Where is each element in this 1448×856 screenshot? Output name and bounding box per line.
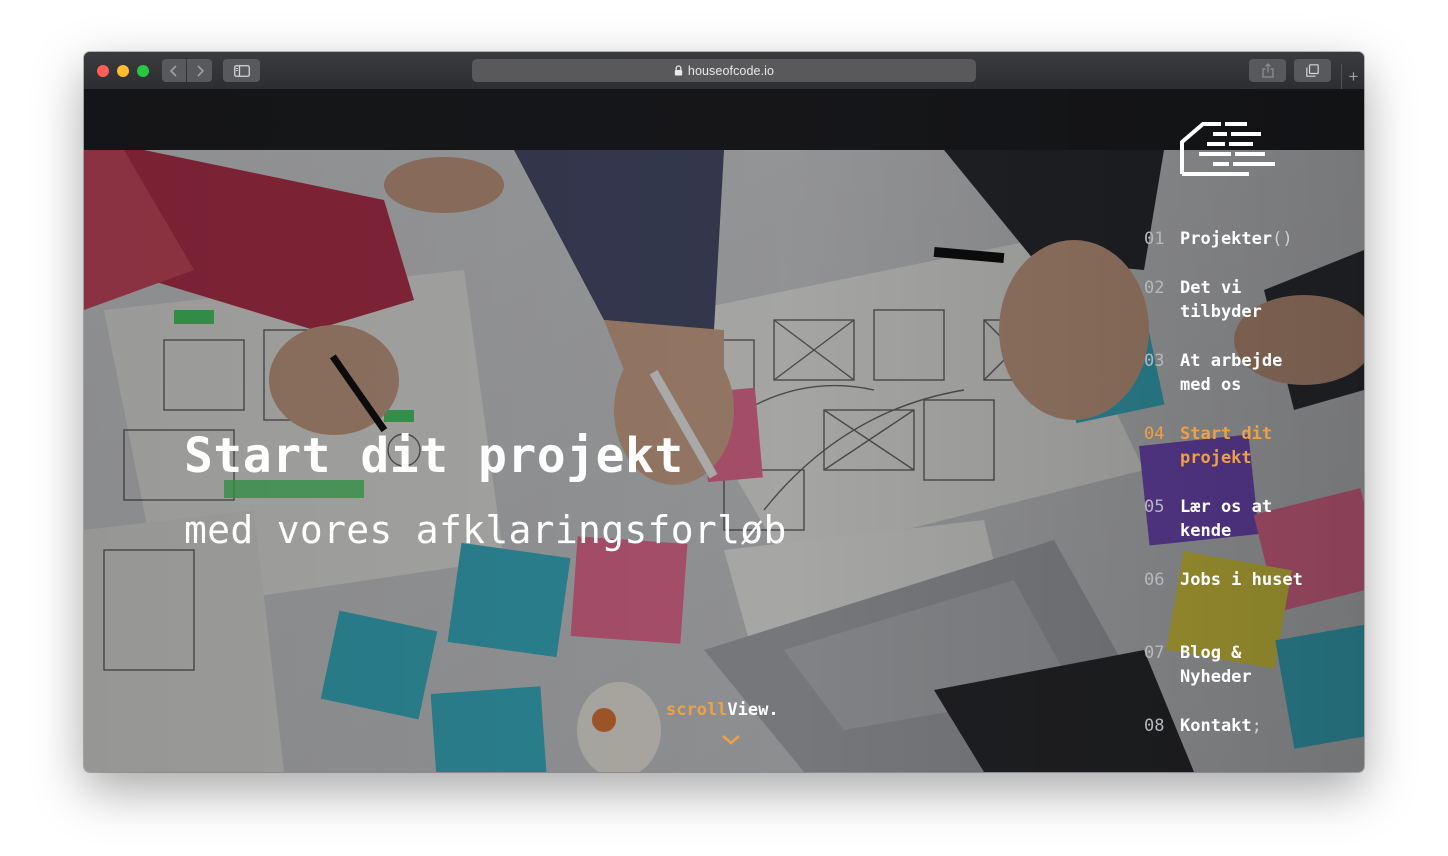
nav-item-label: Start dit projekt bbox=[1180, 424, 1273, 468]
nav-item-label: Blog & Nyheder bbox=[1180, 643, 1252, 687]
nav-item-det-vi-tilbyder[interactable]: 02 Det vi tilbyder bbox=[1144, 276, 1344, 324]
nav-item-projekter[interactable]: 01 Projekter() bbox=[1144, 227, 1344, 251]
house-of-code-logo[interactable] bbox=[1179, 120, 1279, 176]
nav-item-number: 08 bbox=[1144, 716, 1165, 736]
url-text: houseofcode.io bbox=[687, 63, 775, 78]
nav-item-at-arbejde-med-os[interactable]: 03 At arbejde med os bbox=[1144, 349, 1344, 397]
nav-item-number: 05 bbox=[1144, 497, 1165, 517]
browser-window: houseofcode.io + Start dit projekt med v… bbox=[84, 52, 1364, 772]
nav-item-jobs-i-huset[interactable]: 06 Jobs i huset bbox=[1144, 568, 1344, 592]
nav-item-number: 07 bbox=[1144, 643, 1165, 663]
show-tabs-button[interactable] bbox=[1294, 59, 1331, 82]
share-icon bbox=[1261, 63, 1274, 78]
chevron-down-icon[interactable] bbox=[721, 734, 741, 746]
nav-item-number: 02 bbox=[1144, 278, 1165, 298]
sidebar-icon bbox=[233, 64, 250, 77]
nav-item-kontakt[interactable]: 08 Kontakt; bbox=[1144, 714, 1344, 738]
chevron-right-icon bbox=[196, 64, 204, 77]
web-page: Start dit projekt med vores afklaringsfo… bbox=[84, 90, 1364, 772]
address-bar[interactable]: houseofcode.io bbox=[472, 59, 976, 82]
nav-item-number: 04 bbox=[1144, 424, 1165, 444]
back-button[interactable] bbox=[162, 59, 186, 82]
scroll-prefix: scroll bbox=[666, 700, 728, 720]
hero-subtitle: med vores afklaringsforløb bbox=[184, 508, 787, 552]
nav-item-label: Lær os at kende bbox=[1180, 497, 1273, 541]
nav-item-laer-os-at-kende[interactable]: 05 Lær os at kende bbox=[1144, 495, 1344, 543]
forward-button[interactable] bbox=[187, 59, 212, 82]
nav-item-blog-nyheder[interactable]: 07 Blog & Nyheder bbox=[1144, 641, 1344, 689]
zoom-window-button[interactable] bbox=[137, 65, 149, 77]
new-tab-button[interactable]: + bbox=[1341, 64, 1364, 89]
nav-item-start-dit-projekt[interactable]: 04 Start dit projekt bbox=[1144, 422, 1344, 470]
scroll-view-button[interactable]: scrollView. bbox=[666, 700, 779, 720]
nav-item-number: 06 bbox=[1144, 570, 1165, 590]
share-button[interactable] bbox=[1249, 59, 1286, 82]
chevron-left-icon bbox=[169, 64, 177, 77]
nav-item-label: At arbejde med os bbox=[1180, 351, 1283, 395]
hero-title: Start dit projekt bbox=[184, 428, 684, 484]
nav-item-label: Det vi tilbyder bbox=[1180, 278, 1262, 322]
close-window-button[interactable] bbox=[97, 65, 109, 77]
minimize-window-button[interactable] bbox=[117, 65, 129, 77]
nav-item-label: Projekter() bbox=[1180, 229, 1293, 249]
sidebar-toggle-button[interactable] bbox=[223, 59, 260, 82]
tabs-icon bbox=[1306, 64, 1319, 77]
nav-item-label: Jobs i huset bbox=[1180, 570, 1303, 590]
lock-icon bbox=[674, 65, 683, 76]
plus-icon: + bbox=[1348, 67, 1359, 86]
scroll-suffix: View. bbox=[727, 700, 779, 720]
browser-toolbar: houseofcode.io + bbox=[84, 52, 1364, 90]
nav-item-number: 03 bbox=[1144, 351, 1165, 371]
nav-item-label: Kontakt; bbox=[1180, 716, 1262, 736]
nav-item-number: 01 bbox=[1144, 229, 1165, 249]
